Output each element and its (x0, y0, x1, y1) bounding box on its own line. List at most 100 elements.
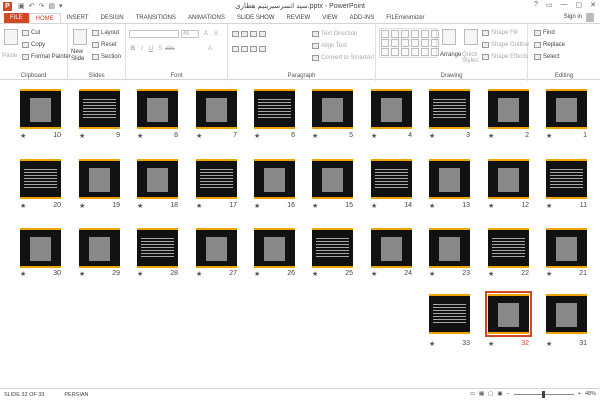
strikethrough-button[interactable]: abc (165, 46, 175, 52)
shape-line[interactable] (391, 30, 399, 38)
select-button[interactable]: Select (534, 54, 560, 60)
shape-triangle[interactable] (431, 30, 439, 38)
shadow-button[interactable]: S (156, 46, 164, 52)
shape-rect[interactable] (411, 30, 419, 38)
shape-line2[interactable] (381, 39, 389, 47)
shape-heart[interactable] (401, 48, 409, 56)
transition-star-icon[interactable]: ★ (312, 132, 318, 140)
shape-outline-button[interactable]: Shape Outline (482, 42, 529, 48)
tab-slide-show[interactable]: SLIDE SHOW (231, 13, 281, 23)
transition-star-icon[interactable]: ★ (137, 132, 143, 140)
bold-button[interactable]: B (129, 46, 137, 52)
slide-thumbnail-15[interactable] (312, 159, 353, 199)
transition-star-icon[interactable]: ★ (312, 270, 318, 278)
align-text-button[interactable]: Align Text (312, 43, 347, 49)
transition-star-icon[interactable]: ★ (429, 270, 435, 278)
transition-star-icon[interactable]: ★ (20, 132, 26, 140)
transition-star-icon[interactable]: ★ (488, 132, 494, 140)
slide-thumbnail-9[interactable] (79, 89, 120, 129)
shapes-gallery[interactable] (379, 28, 439, 58)
quick-styles-button[interactable]: Quick Styles (462, 52, 482, 64)
close-button[interactable]: ✕ (590, 1, 596, 9)
slide-thumbnail-30[interactable] (20, 228, 61, 268)
tab-home[interactable]: HOME (28, 13, 61, 23)
transition-star-icon[interactable]: ★ (546, 202, 552, 210)
transition-star-icon[interactable]: ★ (137, 202, 143, 210)
transition-star-icon[interactable]: ★ (254, 132, 260, 140)
font-size-input[interactable]: A5 (181, 30, 199, 38)
transition-star-icon[interactable]: ★ (196, 132, 202, 140)
transition-star-icon[interactable]: ★ (488, 270, 494, 278)
quick-styles-icon[interactable] (464, 29, 478, 45)
italic-button[interactable]: I (138, 46, 146, 52)
font-color-button[interactable]: A (206, 46, 214, 52)
transition-star-icon[interactable]: ★ (20, 270, 26, 278)
new-slide-button[interactable]: New Slide (71, 49, 84, 63)
slide-thumbnail-24[interactable] (371, 228, 412, 268)
minimize-button[interactable]: — (561, 1, 568, 9)
transition-star-icon[interactable]: ★ (137, 270, 143, 278)
tab-insert[interactable]: INSERT (61, 13, 95, 23)
transition-star-icon[interactable]: ★ (371, 132, 377, 140)
transition-star-icon[interactable]: ★ (429, 202, 435, 210)
tab-design[interactable]: DESIGN (95, 13, 130, 23)
shape-elbow[interactable] (391, 39, 399, 47)
normal-view-icon[interactable]: ▭ (470, 391, 475, 397)
new-slide-icon[interactable] (73, 29, 87, 45)
shape-oval[interactable] (421, 30, 429, 38)
slide-thumbnail-1[interactable] (546, 89, 587, 129)
slide-thumbnail-3[interactable] (429, 89, 470, 129)
zoom-slider[interactable] (513, 390, 574, 398)
help-button[interactable]: ? (534, 1, 538, 9)
slide-thumbnail-23[interactable] (429, 228, 470, 268)
transition-star-icon[interactable]: ★ (488, 202, 494, 210)
bullets-button[interactable] (232, 31, 266, 37)
slide-thumbnail-10[interactable] (20, 89, 61, 129)
slide-thumbnail-20[interactable] (20, 159, 61, 199)
slide-thumbnail-4[interactable] (371, 89, 412, 129)
zoom-in-button[interactable]: + (578, 391, 581, 397)
transition-star-icon[interactable]: ★ (429, 132, 435, 140)
slide-thumbnail-19[interactable] (79, 159, 120, 199)
transition-star-icon[interactable]: ★ (488, 340, 494, 348)
section-button[interactable]: Section (92, 54, 121, 60)
language-indicator[interactable]: PERSIAN (64, 392, 88, 398)
transition-star-icon[interactable]: ★ (196, 202, 202, 210)
slide-thumbnail-22[interactable] (488, 228, 529, 268)
underline-button[interactable]: U (147, 46, 155, 52)
slide-thumbnail-2[interactable] (488, 89, 529, 129)
zoom-level[interactable]: 48% (585, 391, 596, 397)
slide-thumbnail-31[interactable] (546, 294, 587, 334)
slide-thumbnail-29[interactable] (79, 228, 120, 268)
copy-button[interactable]: Copy (22, 42, 45, 48)
transition-star-icon[interactable]: ★ (312, 202, 318, 210)
transition-star-icon[interactable]: ★ (79, 270, 85, 278)
transition-star-icon[interactable]: ★ (196, 270, 202, 278)
user-avatar[interactable] (586, 13, 594, 22)
reading-view-icon[interactable]: ▢ (488, 391, 493, 397)
shape-bolt[interactable] (411, 48, 419, 56)
transition-star-icon[interactable]: ★ (20, 202, 26, 210)
shape-cloud[interactable] (421, 48, 429, 56)
tab-review[interactable]: REVIEW (281, 13, 317, 23)
tab-view[interactable]: VIEW (316, 13, 343, 23)
tab-transitions[interactable]: TRANSITIONS (130, 13, 182, 23)
shape-rtriangle[interactable] (381, 48, 389, 56)
zoom-out-button[interactable]: − (507, 391, 510, 397)
transition-star-icon[interactable]: ★ (254, 270, 260, 278)
shape-effects-button[interactable]: Shape Effects (482, 54, 528, 60)
tab-file[interactable]: FILE (4, 13, 29, 23)
text-direction-button[interactable]: Text Direction (312, 31, 357, 37)
transition-star-icon[interactable]: ★ (546, 340, 552, 348)
shape-textbox[interactable] (381, 30, 389, 38)
slide-thumbnail-27[interactable] (196, 228, 237, 268)
replace-button[interactable]: Replace (534, 42, 565, 48)
shape-star[interactable] (421, 39, 429, 47)
align-buttons[interactable] (232, 46, 266, 52)
arrange-button[interactable]: Arrange (440, 52, 461, 58)
shrink-font-button[interactable]: A (212, 31, 220, 37)
transition-star-icon[interactable]: ★ (79, 202, 85, 210)
slide-thumbnail-14[interactable] (371, 159, 412, 199)
shape-more[interactable] (431, 48, 439, 56)
slide-thumbnail-18[interactable] (137, 159, 178, 199)
